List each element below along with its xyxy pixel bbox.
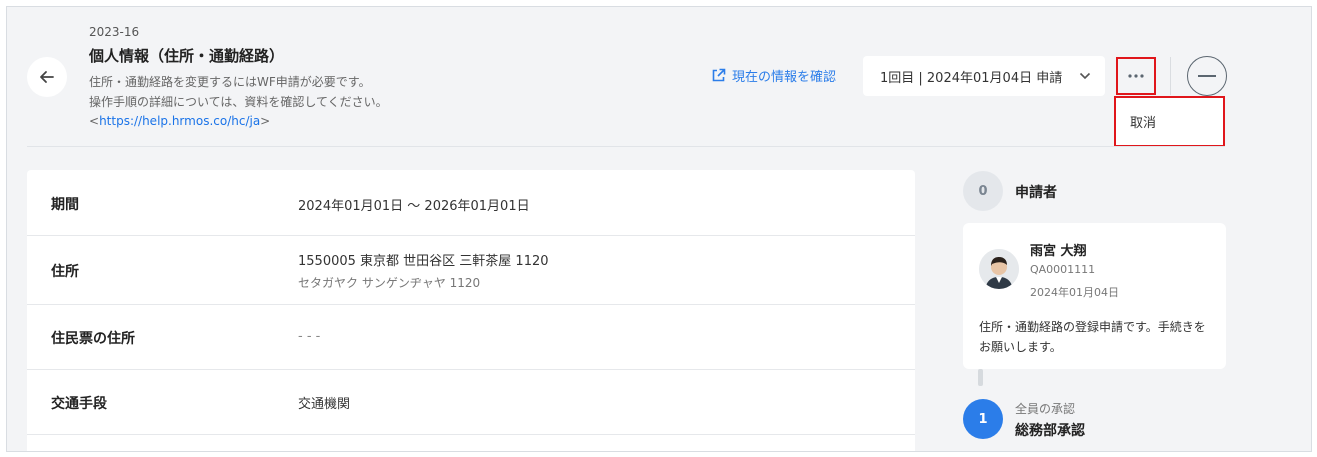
details-table: 期間 2024年01月01日 〜 2026年01月01日 住所 1550005 … (27, 170, 915, 451)
detail-row-period: 期間 2024年01月01日 〜 2026年01月01日 (27, 170, 915, 236)
document-number: 2023-16 (89, 25, 140, 39)
help-link-line: <https://help.hrmos.co/hc/ja> (89, 112, 388, 132)
back-button[interactable] (27, 57, 67, 97)
more-horizontal-icon (1128, 74, 1144, 78)
detail-label: 期間 (51, 197, 79, 213)
external-link-icon (712, 68, 726, 82)
page-title: 個人情報（住所・通勤経路） (89, 47, 285, 65)
detail-label: 交通手段 (51, 396, 107, 412)
page-description: 住所・通勤経路を変更するにはWF申請が必要です。 操作手順の詳細については、資料… (89, 73, 388, 132)
toolbar-divider (1170, 57, 1171, 95)
detail-value: 2024年01月01日 〜 2026年01月01日 (298, 199, 530, 214)
applicant-id: QA0001111 (1030, 263, 1096, 276)
arrow-left-icon (40, 71, 54, 83)
minus-icon (1198, 75, 1216, 77)
view-current-info-link[interactable]: 現在の情報を確認 (711, 66, 836, 85)
help-link[interactable]: https://help.hrmos.co/hc/ja (99, 114, 260, 128)
submission-select[interactable]: 1回目 | 2024年01月04日 申請 (863, 56, 1105, 96)
description-line-1: 住所・通勤経路を変更するにはWF申請が必要です。 (89, 75, 371, 89)
collapse-button[interactable] (1187, 56, 1227, 96)
help-link-suffix: > (260, 114, 271, 128)
chevron-down-icon (1079, 72, 1091, 80)
applicant-name: 雨宮 大翔 (1030, 244, 1087, 259)
detail-label: 住民票の住所 (51, 331, 135, 347)
application-date: 2024年01月04日 (1030, 286, 1119, 299)
step-sublabel: 全員の承認 (1015, 402, 1076, 416)
detail-row-transport: 交通手段 交通機関 (27, 369, 915, 435)
detail-value: 交通機関 (298, 397, 351, 412)
user-avatar-icon (979, 249, 1019, 289)
applicant-card: 雨宮 大翔 QA0001111 2024年01月04日 住所・通勤経路の登録申請… (963, 223, 1226, 369)
step-connector (978, 369, 983, 386)
application-detail-page: 2023-16 個人情報（住所・通勤経路） 住所・通勤経路を変更するにはWF申請… (6, 6, 1312, 452)
avatar (979, 249, 1019, 289)
header-divider (27, 146, 1225, 147)
detail-value: 1550005 東京都 世田谷区 三軒茶屋 1120 (298, 254, 549, 269)
step-number-badge: 0 (963, 171, 1003, 211)
detail-subvalue: セタガヤク サンゲンヂャヤ 1120 (298, 276, 481, 290)
cancel-menu-item[interactable]: 取消 (1130, 112, 1156, 131)
application-comment: 住所・通勤経路の登録申請です。手続きをお願いします。 (979, 320, 1206, 354)
detail-value: - - - (298, 329, 321, 344)
more-actions-menu: 取消 (1114, 96, 1225, 147)
step-label: 申請者 (1015, 185, 1057, 201)
detail-row-resident-address: 住民票の住所 - - - (27, 304, 915, 370)
detail-label: 住所 (51, 264, 79, 280)
step-number-badge: 1 (963, 399, 1003, 439)
submission-select-value: 1回目 | 2024年01月04日 申請 (880, 70, 1063, 86)
help-link-prefix: < (89, 114, 100, 128)
detail-row-address: 住所 1550005 東京都 世田谷区 三軒茶屋 1120 セタガヤク サンゲン… (27, 235, 915, 305)
view-current-info-label: 現在の情報を確認 (732, 70, 837, 85)
description-line-2: 操作手順の詳細については、資料を確認してください。 (89, 94, 388, 109)
more-actions-button[interactable] (1116, 57, 1156, 95)
step-label: 総務部承認 (1015, 423, 1085, 439)
